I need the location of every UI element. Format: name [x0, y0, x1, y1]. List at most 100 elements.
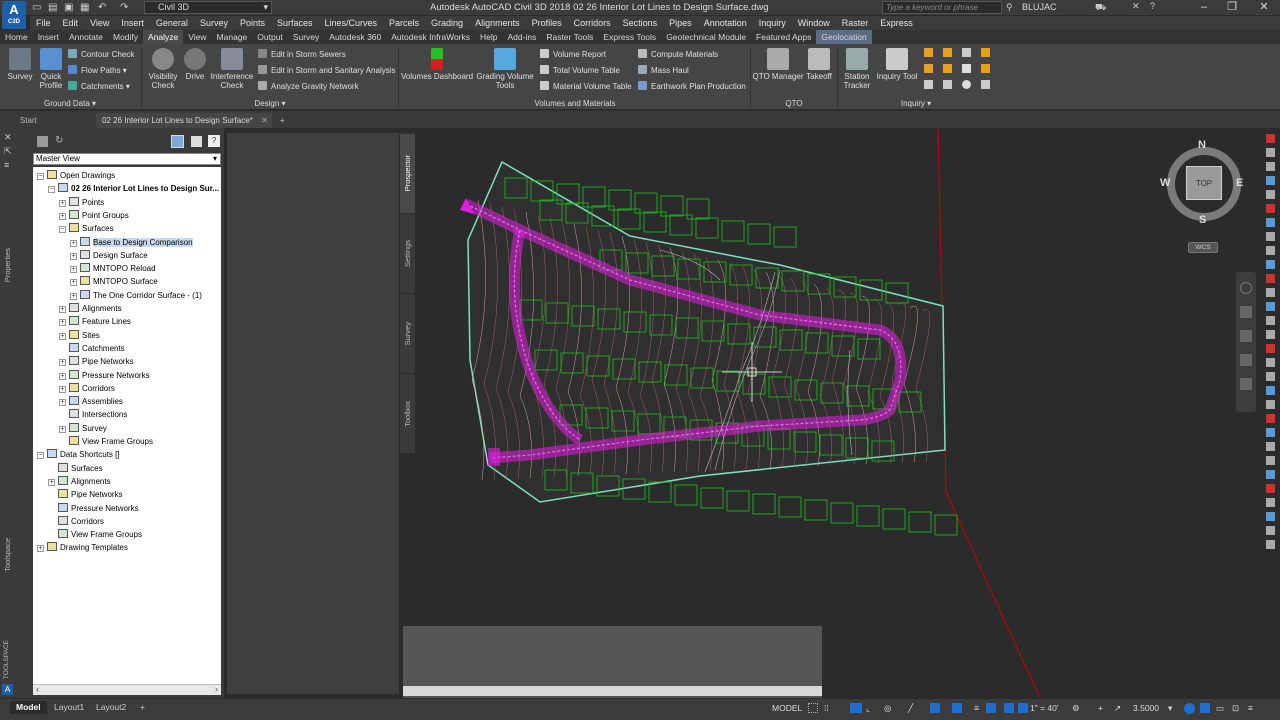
application-menu-button[interactable]: A C3D [2, 1, 26, 29]
mass-haul-button[interactable]: Mass Haul [638, 65, 689, 76]
annotation-scale-icon[interactable] [1018, 703, 1028, 713]
close-button[interactable]: ✕ [1250, 0, 1278, 16]
showmotion-icon[interactable] [1240, 378, 1252, 390]
tool-icon[interactable] [1266, 540, 1275, 549]
tool-icon[interactable] [1266, 274, 1275, 283]
snap-tracking-icon[interactable] [952, 703, 962, 713]
volumes-dashboard-button[interactable]: Volumes Dashboard [400, 48, 474, 81]
redo-icon[interactable]: ↷ [120, 2, 128, 14]
menu-inquiry[interactable]: Inquiry [753, 16, 792, 30]
expand-icon[interactable]: + [70, 252, 77, 260]
expand-icon[interactable]: + [59, 399, 66, 407]
tool-icon[interactable] [1266, 162, 1275, 171]
tree-item[interactable]: View Frame Groups [48, 528, 142, 541]
tree-item[interactable]: − Open Drawings [37, 169, 115, 182]
grading-volume-tools-button[interactable]: Grading Volume Tools [474, 48, 536, 90]
tool-icon[interactable] [1266, 246, 1275, 255]
expand-icon[interactable]: + [59, 359, 66, 367]
tool-icon[interactable] [1266, 512, 1275, 521]
volume-report-button[interactable]: Volume Report [540, 49, 606, 60]
analyze-gravity-network-button[interactable]: Analyze Gravity Network [258, 81, 359, 92]
dynamic-input-icon[interactable]: ⌞ [866, 703, 870, 714]
tree-item[interactable]: + Alignments [48, 475, 111, 488]
ribbon-tab-home[interactable]: Home [0, 30, 33, 44]
quick-measure-icon[interactable] [943, 80, 952, 89]
menu-insert[interactable]: Insert [115, 16, 150, 30]
tree-item[interactable]: − Data Shortcuts [] [37, 448, 120, 461]
menu-parcels[interactable]: Parcels [383, 16, 425, 30]
menu-window[interactable]: Window [792, 16, 836, 30]
tab-survey[interactable]: Survey [400, 294, 415, 374]
customize-icon[interactable]: ≡ [1248, 703, 1253, 713]
menu-raster[interactable]: Raster [836, 16, 875, 30]
compass-west[interactable]: W [1160, 177, 1170, 189]
tool-icon[interactable] [1266, 498, 1275, 507]
ribbon-tab-help[interactable]: Help [475, 30, 502, 44]
autoscale-icon[interactable] [1004, 703, 1014, 713]
expand-icon[interactable]: + [70, 239, 77, 247]
close-tab-icon[interactable]: ✕ [261, 113, 268, 128]
user-signin[interactable]: BLUJAC [1022, 2, 1057, 12]
tree-item[interactable]: + Corridors [59, 382, 115, 395]
tree-item[interactable]: + Feature Lines [59, 315, 131, 328]
menu-lines-curves[interactable]: Lines/Curves [319, 16, 384, 30]
tool-icon[interactable] [1266, 400, 1275, 409]
clean-screen-toggle-icon[interactable]: ⊡ [1232, 703, 1239, 714]
tree-item[interactable]: View Frame Groups [59, 435, 153, 448]
tab-active-drawing[interactable]: 02 26 Interior Lot Lines to Design Surfa… [96, 113, 272, 128]
menu-corridors[interactable]: Corridors [568, 16, 617, 30]
volume-icon[interactable] [943, 64, 952, 73]
workspace-dropdown[interactable]: Civil 3D ▾ [144, 1, 272, 14]
tree-item[interactable]: Pipe Networks [48, 488, 123, 501]
horizontal-scrollbar[interactable]: ‹ › [33, 684, 221, 695]
annotation-visibility-icon[interactable] [986, 703, 996, 713]
add-icon[interactable]: + [1098, 703, 1103, 713]
area-icon[interactable] [924, 64, 933, 73]
tool-icon[interactable] [1266, 176, 1275, 185]
menu-file[interactable]: File [30, 16, 57, 30]
collapse-icon[interactable]: − [37, 452, 44, 460]
expand-icon[interactable]: + [70, 292, 77, 300]
menu-profiles[interactable]: Profiles [526, 16, 568, 30]
save-as-icon[interactable]: ▦ [80, 2, 89, 14]
save-icon[interactable]: ▣ [64, 2, 73, 14]
drive-button[interactable]: Drive [182, 48, 208, 81]
menu-pipes[interactable]: Pipes [663, 16, 698, 30]
collapse-icon[interactable]: − [37, 173, 44, 180]
distance-icon[interactable] [924, 48, 933, 57]
tool-icon[interactable] [1266, 442, 1275, 451]
tree-item[interactable]: Pressure Networks [48, 502, 139, 515]
ribbon-tab-view[interactable]: View [183, 30, 211, 44]
panel-title-inquiry[interactable]: Inquiry ▾ [838, 98, 994, 109]
expand-icon[interactable]: + [59, 385, 66, 393]
toolspace-tab-label[interactable]: Toolspace [3, 538, 12, 572]
tool-icon[interactable] [1266, 218, 1275, 227]
open-icon[interactable]: ▤ [48, 2, 57, 14]
tab-layout2[interactable]: Layout2 [90, 701, 132, 714]
annotation-scale[interactable]: 1" = 40' [1030, 703, 1059, 713]
time-icon[interactable] [962, 80, 971, 89]
zoom-extents-icon[interactable] [1240, 330, 1252, 342]
expand-icon[interactable]: + [59, 425, 66, 433]
menu-survey[interactable]: Survey [194, 16, 234, 30]
object-snap-icon[interactable] [930, 703, 940, 713]
hardware-accel-icon[interactable] [1200, 703, 1210, 713]
restore-button[interactable]: ❐ [1218, 0, 1246, 16]
tree-item[interactable]: + The One Corridor Surface - (1) [70, 289, 202, 302]
edit-storm-sanitary-button[interactable]: Edit in Storm and Sanitary Analysis [258, 65, 396, 76]
tree-item[interactable]: + Design Surface [70, 249, 148, 262]
clean-screen-icon[interactable]: ▭ [1216, 703, 1224, 714]
ribbon-tab-geotechnical-module[interactable]: Geotechnical Module [661, 30, 751, 44]
menu-general[interactable]: General [150, 16, 194, 30]
item-view-icon[interactable] [191, 136, 202, 147]
tool-icon[interactable] [1266, 148, 1275, 157]
ribbon-tab-annotate[interactable]: Annotate [64, 30, 108, 44]
sum-icon[interactable] [962, 64, 971, 73]
help-icon[interactable]: ? [208, 135, 220, 147]
elevation-value[interactable]: 3.5000 [1133, 703, 1159, 713]
tree-item[interactable]: − 02 26 Interior Lot Lines to Design Sur.… [48, 182, 219, 195]
panel-title-design[interactable]: Design ▾ [142, 98, 398, 109]
workspace-switch-icon[interactable]: ⚙ [1072, 703, 1080, 714]
expand-icon[interactable]: + [70, 266, 77, 274]
tool-icon[interactable] [1266, 372, 1275, 381]
